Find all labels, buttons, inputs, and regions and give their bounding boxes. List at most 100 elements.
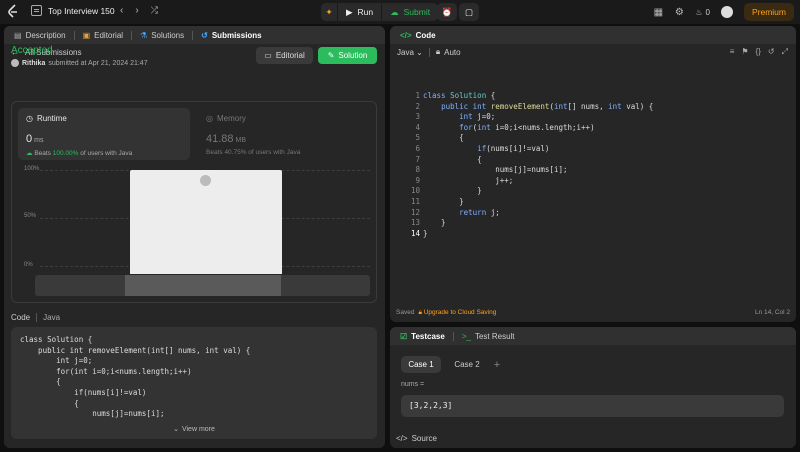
runtime-card[interactable]: ◷ Runtime 0 ms ☁ Beats 100.00% of users wi… [18,108,190,160]
edit-icon: ✎ [327,51,335,60]
memory-number: 41.88 [206,133,234,145]
tab-divider [131,30,133,40]
line-number: 11 [410,196,420,206]
chevrons-down-icon: ⌄ [173,426,179,433]
line-number: 12 [410,207,420,217]
divider [36,313,38,322]
premium-button[interactable]: Premium [743,3,794,21]
runtime-distribution-chart: 100% 50% 0% [18,166,370,274]
view-more-button[interactable]: ⌄ View more [11,419,377,439]
code-line: { [20,398,79,408]
view-more-label: View more [181,425,215,433]
checkbox-icon: ☑ [400,331,408,341]
run-label: Run [357,7,374,17]
editorial-icon: ▣ [82,30,91,40]
testcase-input[interactable]: [3,2,2,3] [401,395,784,417]
runtime-unit: ms [34,137,44,144]
reset-icon[interactable]: ↺ [768,47,775,57]
description-icon: ▤ [14,30,22,40]
memory-card[interactable]: ◎ Memory 41.88 MB Beats 40.75% of users wi… [198,108,370,160]
left-tab-bar: ▤ Description ▣ Editorial ⚗ Solutions ↺ Subm… [4,26,385,44]
submission-status: Accepted [11,45,53,56]
tab-divider [73,30,75,40]
top-bar: Top Interview 150 ‹ › ⤮ ✦ ▶ Run ☁ Submit ⏰… [0,0,800,24]
problem-list-title[interactable]: Top Interview 150 [31,5,115,16]
add-case-icon[interactable]: + [490,356,504,373]
autocomplete-mode[interactable]: Auto [444,48,460,57]
memory-beats-pct: 40.75% [224,149,247,156]
language-select[interactable]: Java ⌄ [397,48,423,57]
terminal-icon: >_ [461,331,471,341]
tab-code[interactable]: </> Code [396,31,440,40]
braces-icon[interactable]: {} [756,47,761,57]
tab-testcase[interactable]: ☑ Testcase [396,332,449,341]
line-numbers: 1 2 3 4 5 6 7 8 9 10 11 12 13 14 [390,91,420,239]
case-1-tab[interactable]: Case 1 [401,356,441,373]
beats-word: Beats [206,149,223,156]
tab-submissions[interactable]: ↺ Submissions [197,31,266,40]
run-button[interactable]: ▶ Run [338,3,382,21]
distribution-bar[interactable] [130,170,282,274]
alarm-button[interactable]: ⏰ [437,3,457,21]
solution-button[interactable]: ✎ Solution [318,47,377,64]
prev-problem-icon[interactable]: ‹ [120,5,123,16]
line-number: 3 [415,112,420,122]
settings-gear-icon[interactable]: ⚙ [674,7,684,18]
source-link[interactable]: </> Source [396,434,437,443]
tab-description[interactable]: ▤ Description [10,31,70,40]
user-avatar[interactable] [720,6,733,18]
case-2-tab[interactable]: Case 2 [447,356,487,373]
next-problem-icon[interactable]: › [135,5,138,16]
submitter-name[interactable]: Rithika [22,60,45,67]
tab-label: Editorial [94,30,124,40]
submit-button[interactable]: ☁ Submit [382,3,439,21]
problem-list-icon [31,5,42,16]
code-line: for(int i=0;i<nums.length;i++) [20,366,192,376]
tab-label: Testcase [411,331,445,341]
format-icon[interactable]: ≡ [730,47,735,57]
lock-icon: 🔒︎ [418,309,422,316]
cursor-position: Ln 14, Col 2 [754,309,790,316]
code-editor-text[interactable]: class Solution { public int removeElemen… [423,91,653,239]
editorial-button[interactable]: ▭ Editorial [256,47,313,64]
line-number: 1 [415,91,420,100]
upgrade-label: Upgrade to Cloud Saving [423,309,497,316]
memory-value: 41.88 MB [206,133,362,145]
line-number: 9 [415,175,420,185]
tab-editorial[interactable]: ▣ Editorial [79,31,127,40]
flask-icon: ⚗ [140,30,148,40]
runtime-value: 0 ms [26,133,182,145]
fullscreen-icon[interactable]: ⤢ [782,47,788,57]
leetcode-logo[interactable] [7,4,19,19]
y-tick-label: 100% [24,166,40,172]
history-icon: ↺ [201,30,208,40]
code-language: Java [43,313,61,322]
line-number: 13 [410,218,420,228]
runtime-label: Runtime [36,114,67,123]
code-line: public int removeElement(int[] nums, int… [20,345,251,355]
debug-button[interactable]: ✦ [321,3,337,21]
tab-label: Test Result [474,331,515,341]
testcase-tab-bar: ☑ Testcase >_ Test Result [390,327,796,345]
alarm-icon: ⏰ [441,6,453,17]
memory-label: Memory [216,114,246,123]
code-icon: </> [400,30,412,40]
streak-counter[interactable]: ♨ 0 [695,8,710,17]
layout-grid-icon[interactable]: ▦ [653,7,663,18]
tab-solutions[interactable]: ⚗ Solutions [136,31,188,40]
upgrade-cloud-link[interactable]: 🔒︎ Upgrade to Cloud Saving [418,309,496,317]
editor-tab-bar: </> Code [390,26,796,44]
memory-unit: MB [235,137,247,144]
shuffle-icon[interactable]: ⤮ [151,5,158,16]
bookmark-icon[interactable]: ⚑ [741,47,748,57]
debug-icon: ✦ [325,6,333,17]
notes-button[interactable]: ▢ [459,3,479,21]
chart-range-window[interactable] [125,275,281,296]
submission-meta: Rithika submitted at Apr 21, 2024 21:47 [11,59,148,67]
beats-tail: of users with Java [248,149,301,156]
tab-test-result[interactable]: >_ Test Result [458,332,519,341]
code-line: { [20,377,61,387]
code-editor-panel: </> Code Java ⌄ 🔒︎ Auto ≡ ⚑ {} ↺ ⤢ 1 2 3 … [390,26,796,322]
submit-label: Submit [403,7,431,17]
runtime-beats: ☁ Beats 100.00% of users with Java [26,149,182,157]
